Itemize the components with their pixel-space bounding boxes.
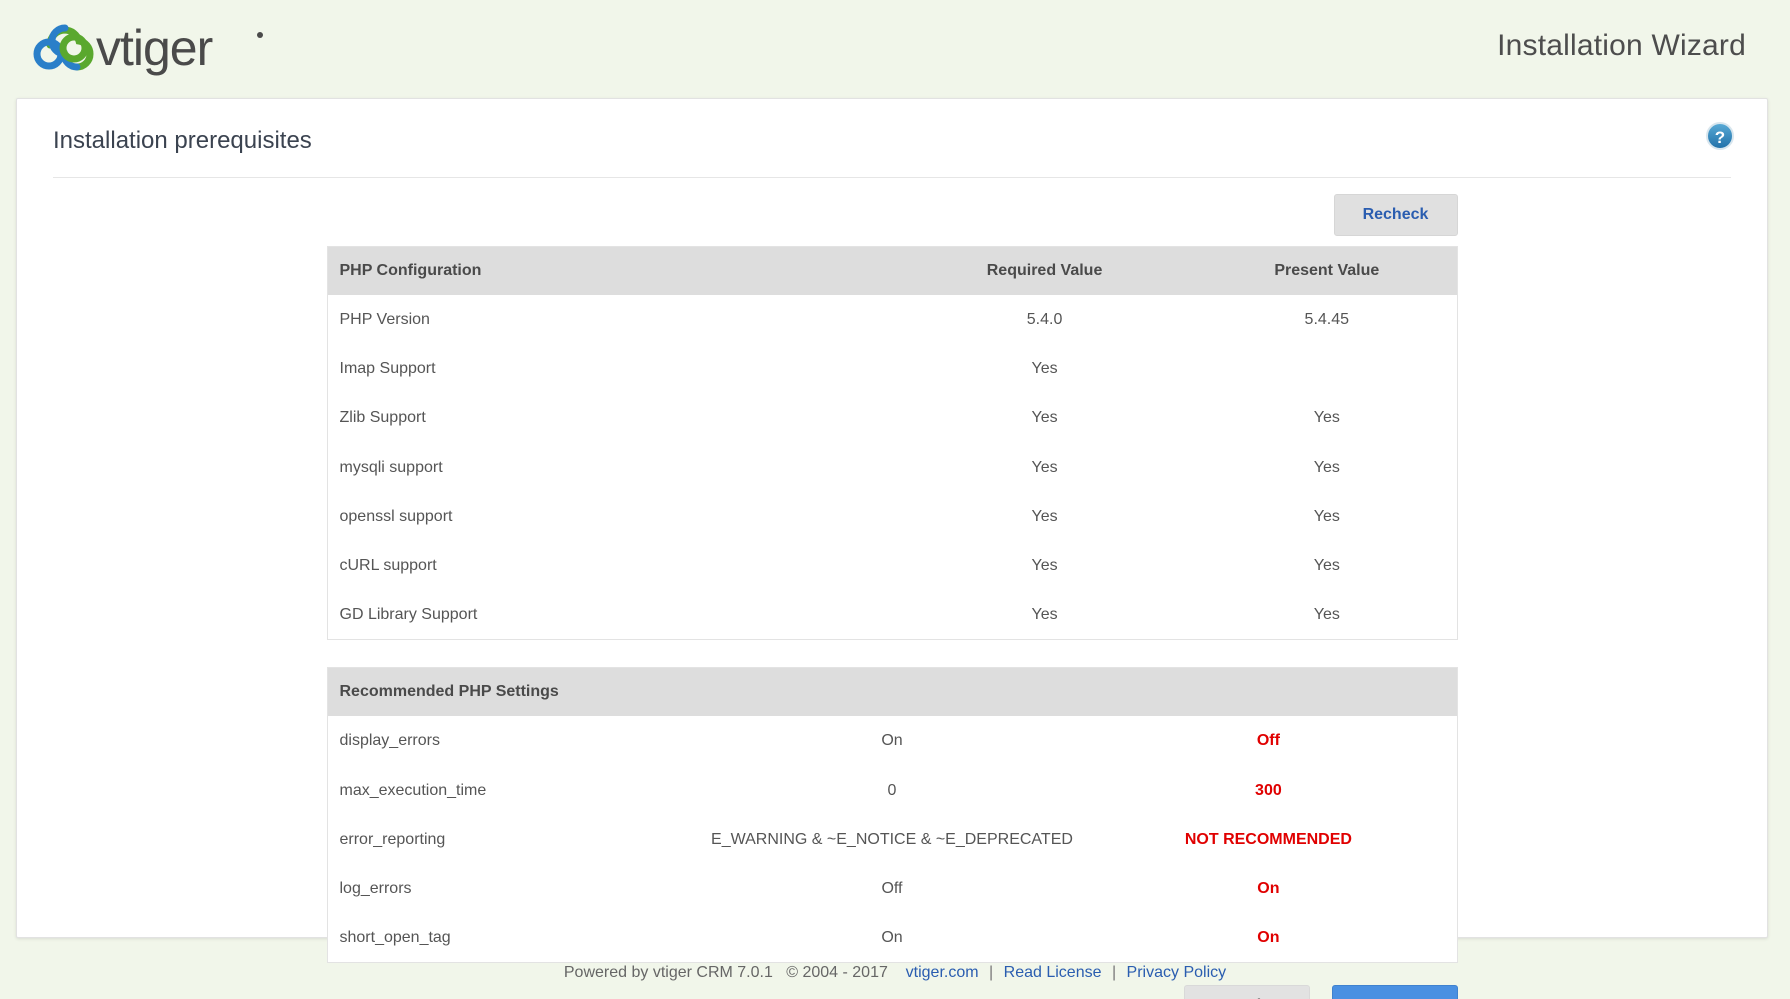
row-present-value: On [1257, 929, 1280, 947]
row-label: openssl support [339, 507, 453, 525]
back-button[interactable]: Back [1183, 985, 1310, 999]
vtiger-logo[interactable]: vtiger [22, 15, 282, 77]
row-label: GD Library Support [339, 606, 478, 624]
row-present-value: NOT RECOMMENDED [1184, 830, 1352, 848]
column-header-present-value: Present Value [1197, 246, 1457, 295]
row-required-value: Yes [1031, 606, 1058, 624]
table-row: error_reporting E_WARNING & ~E_NOTICE & … [327, 815, 1457, 864]
row-required-value: Yes [1031, 458, 1058, 476]
top-bar: vtiger Installation Wizard [0, 0, 1790, 92]
row-label: PHP Version [339, 311, 430, 328]
main-panel: Installation prerequisites ? Recheck PHP… [16, 98, 1768, 999]
svg-text:?: ? [1715, 128, 1725, 147]
next-button[interactable]: Next [1331, 985, 1458, 999]
row-required-value: E_WARNING & ~E_NOTICE & ~E_DEPRECATED [711, 830, 1073, 848]
row-label: max_execution_time [339, 781, 487, 799]
help-question-icon[interactable]: ? [1705, 121, 1735, 151]
row-required-value: On [881, 929, 903, 947]
row-required-value: Yes [1031, 556, 1058, 574]
column-header-required-value: Required Value [892, 246, 1198, 295]
table-header-row: PHP Configuration Required Value Present… [327, 246, 1457, 295]
row-label: Imap Support [339, 360, 436, 378]
wizard-navigation: Back Next [327, 963, 1458, 999]
vtiger-logo-icon: vtiger [33, 20, 263, 76]
row-required-value: Yes [1031, 507, 1058, 525]
row-label: log_errors [339, 879, 412, 897]
table-row: openssl support Yes Yes [327, 492, 1457, 541]
row-required-value: On [881, 732, 903, 750]
row-label: display_errors [339, 732, 440, 750]
row-present-value [1197, 344, 1457, 393]
column-header-php-configuration: PHP Configuration [327, 246, 892, 295]
svg-text:vtiger: vtiger [96, 20, 213, 76]
table-row: PHP Version 5.4.0 5.4.45 [327, 295, 1457, 344]
recommended-php-settings-table: Recommended PHP Settings display_errors … [326, 667, 1458, 964]
tables-container: Recheck PHP Configuration Required Value… [326, 178, 1458, 964]
table-row: max_execution_time 0 300 [327, 766, 1457, 815]
row-label: mysqli support [339, 458, 443, 476]
table-row: display_errors On Off [327, 716, 1457, 765]
row-present-value: Yes [1313, 409, 1340, 427]
row-present-value: Off [1256, 732, 1280, 750]
php-configuration-table: PHP Configuration Required Value Present… [326, 246, 1458, 641]
row-required-value: Yes [1031, 409, 1058, 427]
row-present-value: Yes [1313, 606, 1340, 624]
row-present-value: 300 [1255, 781, 1282, 799]
row-label: error_reporting [339, 830, 446, 848]
row-required-value: 5.4.0 [1026, 311, 1063, 328]
table-row: mysqli support Yes Yes [327, 443, 1457, 492]
panel-body: Recheck PHP Configuration Required Value… [17, 178, 1767, 999]
row-present-value: 5.4.45 [1304, 311, 1350, 328]
section-header-recommended-php-settings: Recommended PHP Settings [327, 667, 1457, 717]
row-present-value: Yes [1313, 507, 1340, 525]
table-row: cURL support Yes Yes [327, 541, 1457, 590]
php-configuration-rows: PHP Version 5.4.0 5.4.45 Imap Support Ye… [327, 295, 1457, 640]
row-required-value: Off [881, 879, 903, 897]
table-header-row: Recommended PHP Settings [327, 667, 1457, 717]
table-row: short_open_tag On On [327, 913, 1457, 963]
row-required-value: 0 [887, 781, 897, 799]
row-present-value: Yes [1313, 458, 1340, 476]
table-row: Zlib Support Yes Yes [327, 393, 1457, 442]
row-present-value: Yes [1313, 556, 1340, 574]
row-label: Zlib Support [339, 409, 426, 427]
row-required-value: Yes [1031, 360, 1058, 378]
panel-header: Installation prerequisites ? [17, 99, 1767, 177]
wizard-title: Installation Wizard [1497, 29, 1746, 62]
row-label: cURL support [339, 556, 437, 574]
recheck-button[interactable]: Recheck [1333, 194, 1458, 236]
row-present-value: On [1257, 879, 1280, 897]
page-title: Installation prerequisites [53, 127, 312, 154]
table-row: Imap Support Yes [327, 344, 1457, 393]
table-row: log_errors Off On [327, 864, 1457, 913]
recommended-php-settings-rows: display_errors On Off max_execution_time… [327, 716, 1457, 962]
table-row: GD Library Support Yes Yes [327, 590, 1457, 640]
recheck-row: Recheck [327, 194, 1458, 236]
row-label: short_open_tag [339, 929, 451, 947]
